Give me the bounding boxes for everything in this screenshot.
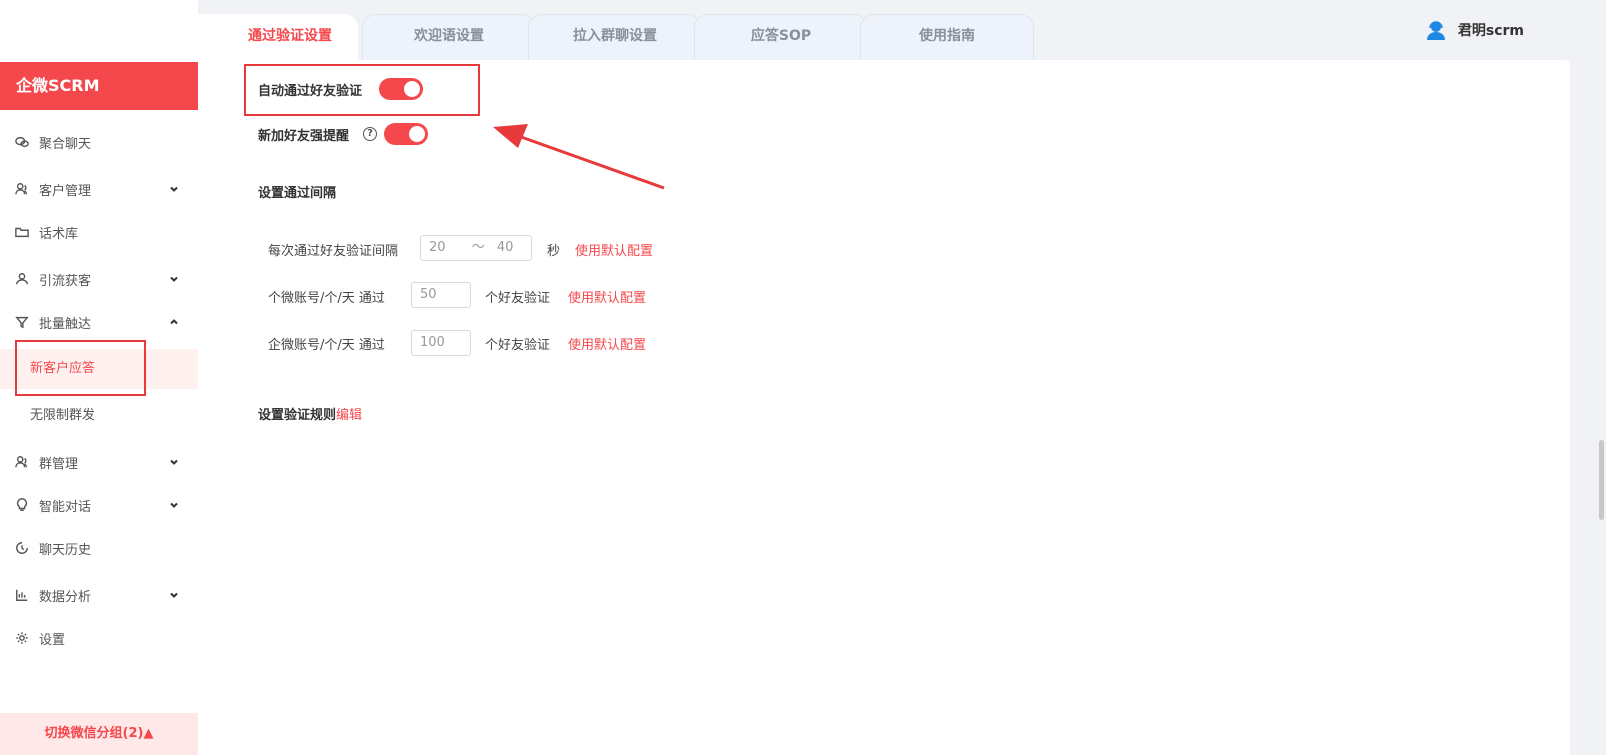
sidebar-item-label: 批量触达 [39, 316, 92, 332]
switch-wechat-group-button[interactable]: 切换微信分组(2)▲ [0, 713, 198, 755]
gear-icon [14, 630, 30, 646]
user-avatar-icon [1426, 21, 1445, 40]
toggle-knob [409, 126, 425, 142]
interval-max-value: 40 [496, 240, 514, 255]
tab-group-invite-settings[interactable]: 拉入群聊设置 [528, 14, 702, 60]
sidebar-item-label: 话术库 [39, 226, 79, 242]
sidebar-item-aggregate-chat[interactable]: 聚合聊天 [0, 122, 198, 162]
auto-accept-label: 自动通过好友验证 [258, 84, 363, 99]
rules-section-title: 设置验证规则编辑 [258, 404, 362, 423]
rules-edit-link[interactable]: 编辑 [336, 408, 362, 423]
sidebar-item-data-analysis[interactable]: 数据分析 [0, 575, 198, 615]
scrollbar[interactable] [1599, 440, 1604, 520]
sidebar-item-label: 智能对话 [39, 499, 92, 515]
help-icon[interactable]: ? [363, 127, 377, 141]
sidebar-item-bulk-reach[interactable]: 批量触达 [0, 302, 198, 342]
settings-panel: 自动通过好友验证 新加好友强提醒 ? 设置通过间隔 每次通过好友验证间隔 20 … [198, 60, 1572, 755]
chevron-down-icon [168, 589, 180, 601]
interval-label: 每次通过好友验证间隔 [268, 244, 399, 259]
rules-title-text: 设置验证规则 [258, 408, 337, 423]
sidebar-item-lead-generation[interactable]: 引流获客 [0, 259, 198, 299]
interval-use-default-link[interactable]: 使用默认配置 [575, 240, 653, 259]
interval-range-input[interactable]: 20 ～ 40 [420, 235, 532, 261]
sidebar-item-label: 客户管理 [39, 183, 92, 199]
tab-user-guide[interactable]: 使用指南 [860, 14, 1034, 60]
interval-min-value: 20 [429, 240, 446, 255]
chart-icon [14, 587, 30, 603]
sidebar-item-smart-dialogue[interactable]: 智能对话 [0, 485, 198, 525]
funnel-icon [14, 314, 30, 330]
users-icon [14, 181, 30, 197]
user-name: 君明scrm [1457, 23, 1524, 39]
clock-icon [14, 540, 30, 556]
chevron-down-icon [168, 273, 180, 285]
interval-section-title: 设置通过间隔 [258, 186, 337, 201]
interval-unit: 秒 [547, 244, 561, 259]
user-menu[interactable]: 君明scrm [1426, 20, 1524, 40]
sidebar-item-label: 聚合聊天 [39, 136, 92, 152]
tab-reply-sop[interactable]: 应答SOP [694, 14, 868, 60]
sidebar-item-label: 群管理 [39, 456, 79, 472]
sidebar-item-label: 聊天历史 [39, 542, 92, 558]
enterprise-account-input[interactable]: 100 [411, 330, 471, 356]
folder-icon [14, 224, 30, 240]
wechat-icon [14, 134, 30, 150]
chevron-up-icon [168, 316, 180, 328]
sidebar: 企微SCRM 聚合聊天 客户管理 话术库 引流获客 批量触达 新客户应答 无限制… [0, 0, 198, 755]
strong-reminder-toggle[interactable] [384, 123, 428, 145]
enterprise-account-label: 企微账号/个/天 通过 [268, 338, 385, 353]
sidebar-item-script-library[interactable]: 话术库 [0, 212, 198, 252]
group-icon [14, 454, 30, 470]
enterprise-use-default-link[interactable]: 使用默认配置 [568, 334, 646, 353]
tab-welcome-message-settings[interactable]: 欢迎语设置 [362, 14, 536, 60]
user-icon [14, 271, 30, 287]
tab-bar: 通过验证设置 欢迎语设置 拉入群聊设置 应答SOP 使用指南 君明scrm [198, 0, 1606, 60]
personal-account-label: 个微账号/个/天 通过 [268, 291, 385, 306]
sidebar-item-customer-management[interactable]: 客户管理 [0, 169, 198, 209]
sidebar-item-settings[interactable]: 设置 [0, 618, 198, 658]
personal-suffix: 个好友验证 [485, 291, 551, 306]
toggle-knob [404, 81, 420, 97]
sidebar-item-chat-history[interactable]: 聊天历史 [0, 528, 198, 568]
tab-pass-verification-settings[interactable]: 通过验证设置 [198, 14, 358, 60]
chevron-down-icon [168, 499, 180, 511]
enterprise-suffix: 个好友验证 [485, 338, 551, 353]
strong-reminder-label: 新加好友强提醒 [258, 129, 350, 144]
bulb-icon [14, 497, 30, 513]
sidebar-item-group-management[interactable]: 群管理 [0, 442, 198, 482]
brand-logo: 企微SCRM [0, 62, 198, 110]
personal-account-input[interactable]: 50 [411, 282, 471, 308]
sidebar-item-label: 数据分析 [39, 589, 92, 605]
chevron-down-icon [168, 183, 180, 195]
chevron-down-icon [168, 456, 180, 468]
auto-accept-toggle[interactable] [379, 78, 423, 100]
sidebar-item-label: 引流获客 [39, 273, 92, 289]
sidebar-subitem-unlimited-broadcast[interactable]: 无限制群发 [0, 396, 198, 436]
personal-use-default-link[interactable]: 使用默认配置 [568, 287, 646, 306]
annotation-highlight-box [15, 340, 146, 396]
right-edge [1570, 0, 1606, 755]
sidebar-item-label: 设置 [39, 632, 66, 648]
interval-separator: ～ [471, 240, 485, 255]
